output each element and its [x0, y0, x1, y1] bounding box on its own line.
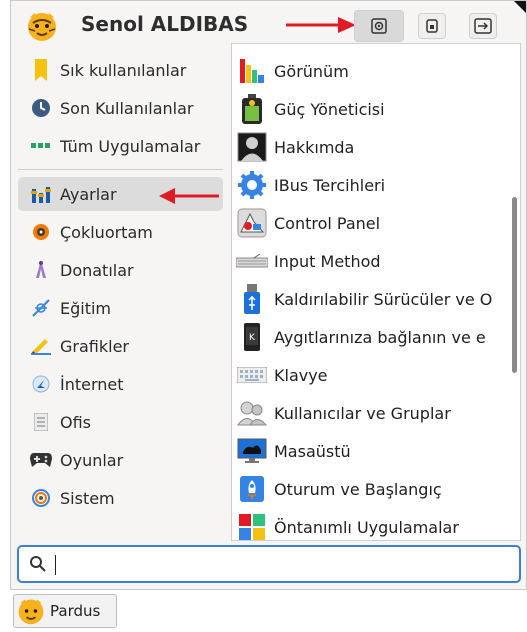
logout-button[interactable] — [469, 13, 497, 39]
accessories-icon — [30, 259, 52, 281]
app-item-input-method[interactable]: Input Method — [232, 242, 502, 280]
category-label: Eğitim — [60, 298, 112, 318]
keyboard-icon — [236, 359, 268, 391]
about-me-icon — [236, 131, 268, 163]
app-list-scrollbar[interactable] — [512, 197, 517, 373]
category-multimedia[interactable]: Çokluortam — [18, 215, 223, 249]
red-arrow-annotation — [159, 188, 219, 204]
app-label: Kaldırılabilir Sürücüler ve O — [274, 289, 493, 309]
pardus-menu-button[interactable]: Pardus — [13, 594, 117, 628]
input-method-icon — [236, 245, 268, 277]
category-recent[interactable]: Son Kullanılanlar — [18, 91, 223, 125]
settings-icon — [30, 183, 52, 205]
app-item-control-panel[interactable]: Control Panel — [232, 204, 502, 242]
category-games[interactable]: Oyunlar — [18, 443, 223, 477]
office-icon — [30, 411, 52, 433]
users-groups-icon — [236, 397, 268, 429]
category-label: Ofis — [60, 412, 92, 432]
whisker-menu: Senol ALDIBAS Sık kullanılanlar Son Kull… — [10, 0, 527, 590]
gamepad-icon — [30, 449, 52, 471]
lock-screen-button[interactable] — [354, 10, 404, 42]
app-item-appearance[interactable]: Görünüm — [232, 52, 502, 90]
lock-icon — [426, 19, 438, 33]
app-label: Kullanıcılar ve Gruplar — [274, 403, 451, 423]
control-panel-icon — [236, 207, 268, 239]
category-system[interactable]: Sistem — [18, 481, 223, 515]
app-label: IBus Tercihleri — [274, 175, 386, 195]
category-label: Çokluortam — [60, 222, 153, 242]
system-icon — [30, 487, 52, 509]
logout-icon — [474, 18, 492, 34]
app-label: Aygıtlarınıza bağlanın ve e — [274, 327, 486, 347]
ibus-icon — [236, 169, 268, 201]
app-item-desktop[interactable]: Masaüstü — [232, 432, 502, 470]
search-icon — [30, 556, 46, 572]
session-startup-icon — [236, 473, 268, 505]
app-label: Öntanımlı Uygulamalar — [274, 517, 459, 537]
category-label: Son Kullanılanlar — [60, 98, 194, 118]
graphics-icon — [30, 335, 52, 357]
lock-button[interactable] — [418, 13, 446, 39]
app-item-session-startup[interactable]: Oturum ve Başlangıç — [232, 470, 502, 508]
text-cursor — [55, 555, 56, 575]
category-label: Oyunlar — [60, 450, 124, 470]
category-all-apps[interactable]: Tüm Uygulamalar — [18, 129, 223, 163]
category-label: Ayarlar — [60, 184, 117, 204]
category-accessories[interactable]: Donatılar — [18, 253, 223, 287]
bookmark-icon — [30, 59, 52, 81]
app-item-kdeconnect[interactable]: K Aygıtlarınıza bağlanın ve e — [232, 318, 502, 356]
username: Senol ALDIBAS — [81, 12, 249, 36]
app-item-power-manager[interactable]: Güç Yöneticisi — [232, 90, 502, 128]
pardus-logo-icon — [18, 599, 44, 625]
category-label: Tüm Uygulamalar — [60, 136, 201, 156]
avatar[interactable] — [25, 9, 59, 43]
app-item-removable-drives[interactable]: Kaldırılabilir Sürücüler ve O — [232, 280, 502, 318]
app-label: Klavye — [274, 365, 328, 385]
clock-icon — [30, 97, 52, 119]
category-label: Grafikler — [60, 336, 129, 356]
category-label: İnternet — [60, 374, 124, 394]
removable-drives-icon — [236, 283, 268, 315]
app-item-about-me[interactable]: Hakkımda — [232, 128, 502, 166]
category-internet[interactable]: İnternet — [18, 367, 223, 401]
menu-header: Senol ALDIBAS — [11, 1, 526, 47]
internet-icon — [30, 373, 52, 395]
app-item-users-groups[interactable]: Kullanıcılar ve Gruplar — [232, 394, 502, 432]
app-item-default-apps[interactable]: Öntanımlı Uygulamalar — [232, 508, 502, 540]
app-label: Güç Yöneticisi — [274, 99, 385, 119]
category-label: Sistem — [60, 488, 115, 508]
app-list[interactable]: Görünüm Güç Yöneticisi Hakkımda IBus Ter… — [231, 43, 521, 541]
power-manager-icon — [236, 93, 268, 125]
app-label: Control Panel — [274, 213, 381, 233]
app-label: Oturum ve Başlangıç — [274, 479, 442, 499]
lock-screen-icon — [371, 18, 387, 34]
appearance-icon — [236, 55, 268, 87]
app-item-ibus[interactable]: IBus Tercihleri — [232, 166, 502, 204]
taskbar-label: Pardus — [50, 602, 101, 620]
dots-icon — [30, 135, 52, 157]
default-apps-icon — [236, 511, 268, 540]
kdeconnect-icon: K — [236, 321, 268, 353]
app-label: Görünüm — [274, 61, 349, 81]
search-field[interactable] — [17, 545, 521, 583]
category-label: Donatılar — [60, 260, 134, 280]
multimedia-icon — [30, 221, 52, 243]
education-icon — [30, 297, 52, 319]
red-arrow-annotation — [286, 17, 356, 33]
category-graphics[interactable]: Grafikler — [18, 329, 223, 363]
app-item-keyboard[interactable]: Klavye — [232, 356, 502, 394]
category-favorites[interactable]: Sık kullanılanlar — [18, 53, 223, 87]
app-label: Input Method — [274, 251, 381, 271]
search-input[interactable] — [59, 551, 513, 579]
category-label: Sık kullanılanlar — [60, 60, 187, 80]
app-label: Hakkımda — [274, 137, 355, 157]
category-education[interactable]: Eğitim — [18, 291, 223, 325]
app-label: Masaüstü — [274, 441, 351, 461]
desktop-icon — [236, 435, 268, 467]
category-separator — [18, 169, 223, 170]
category-office[interactable]: Ofis — [18, 405, 223, 439]
